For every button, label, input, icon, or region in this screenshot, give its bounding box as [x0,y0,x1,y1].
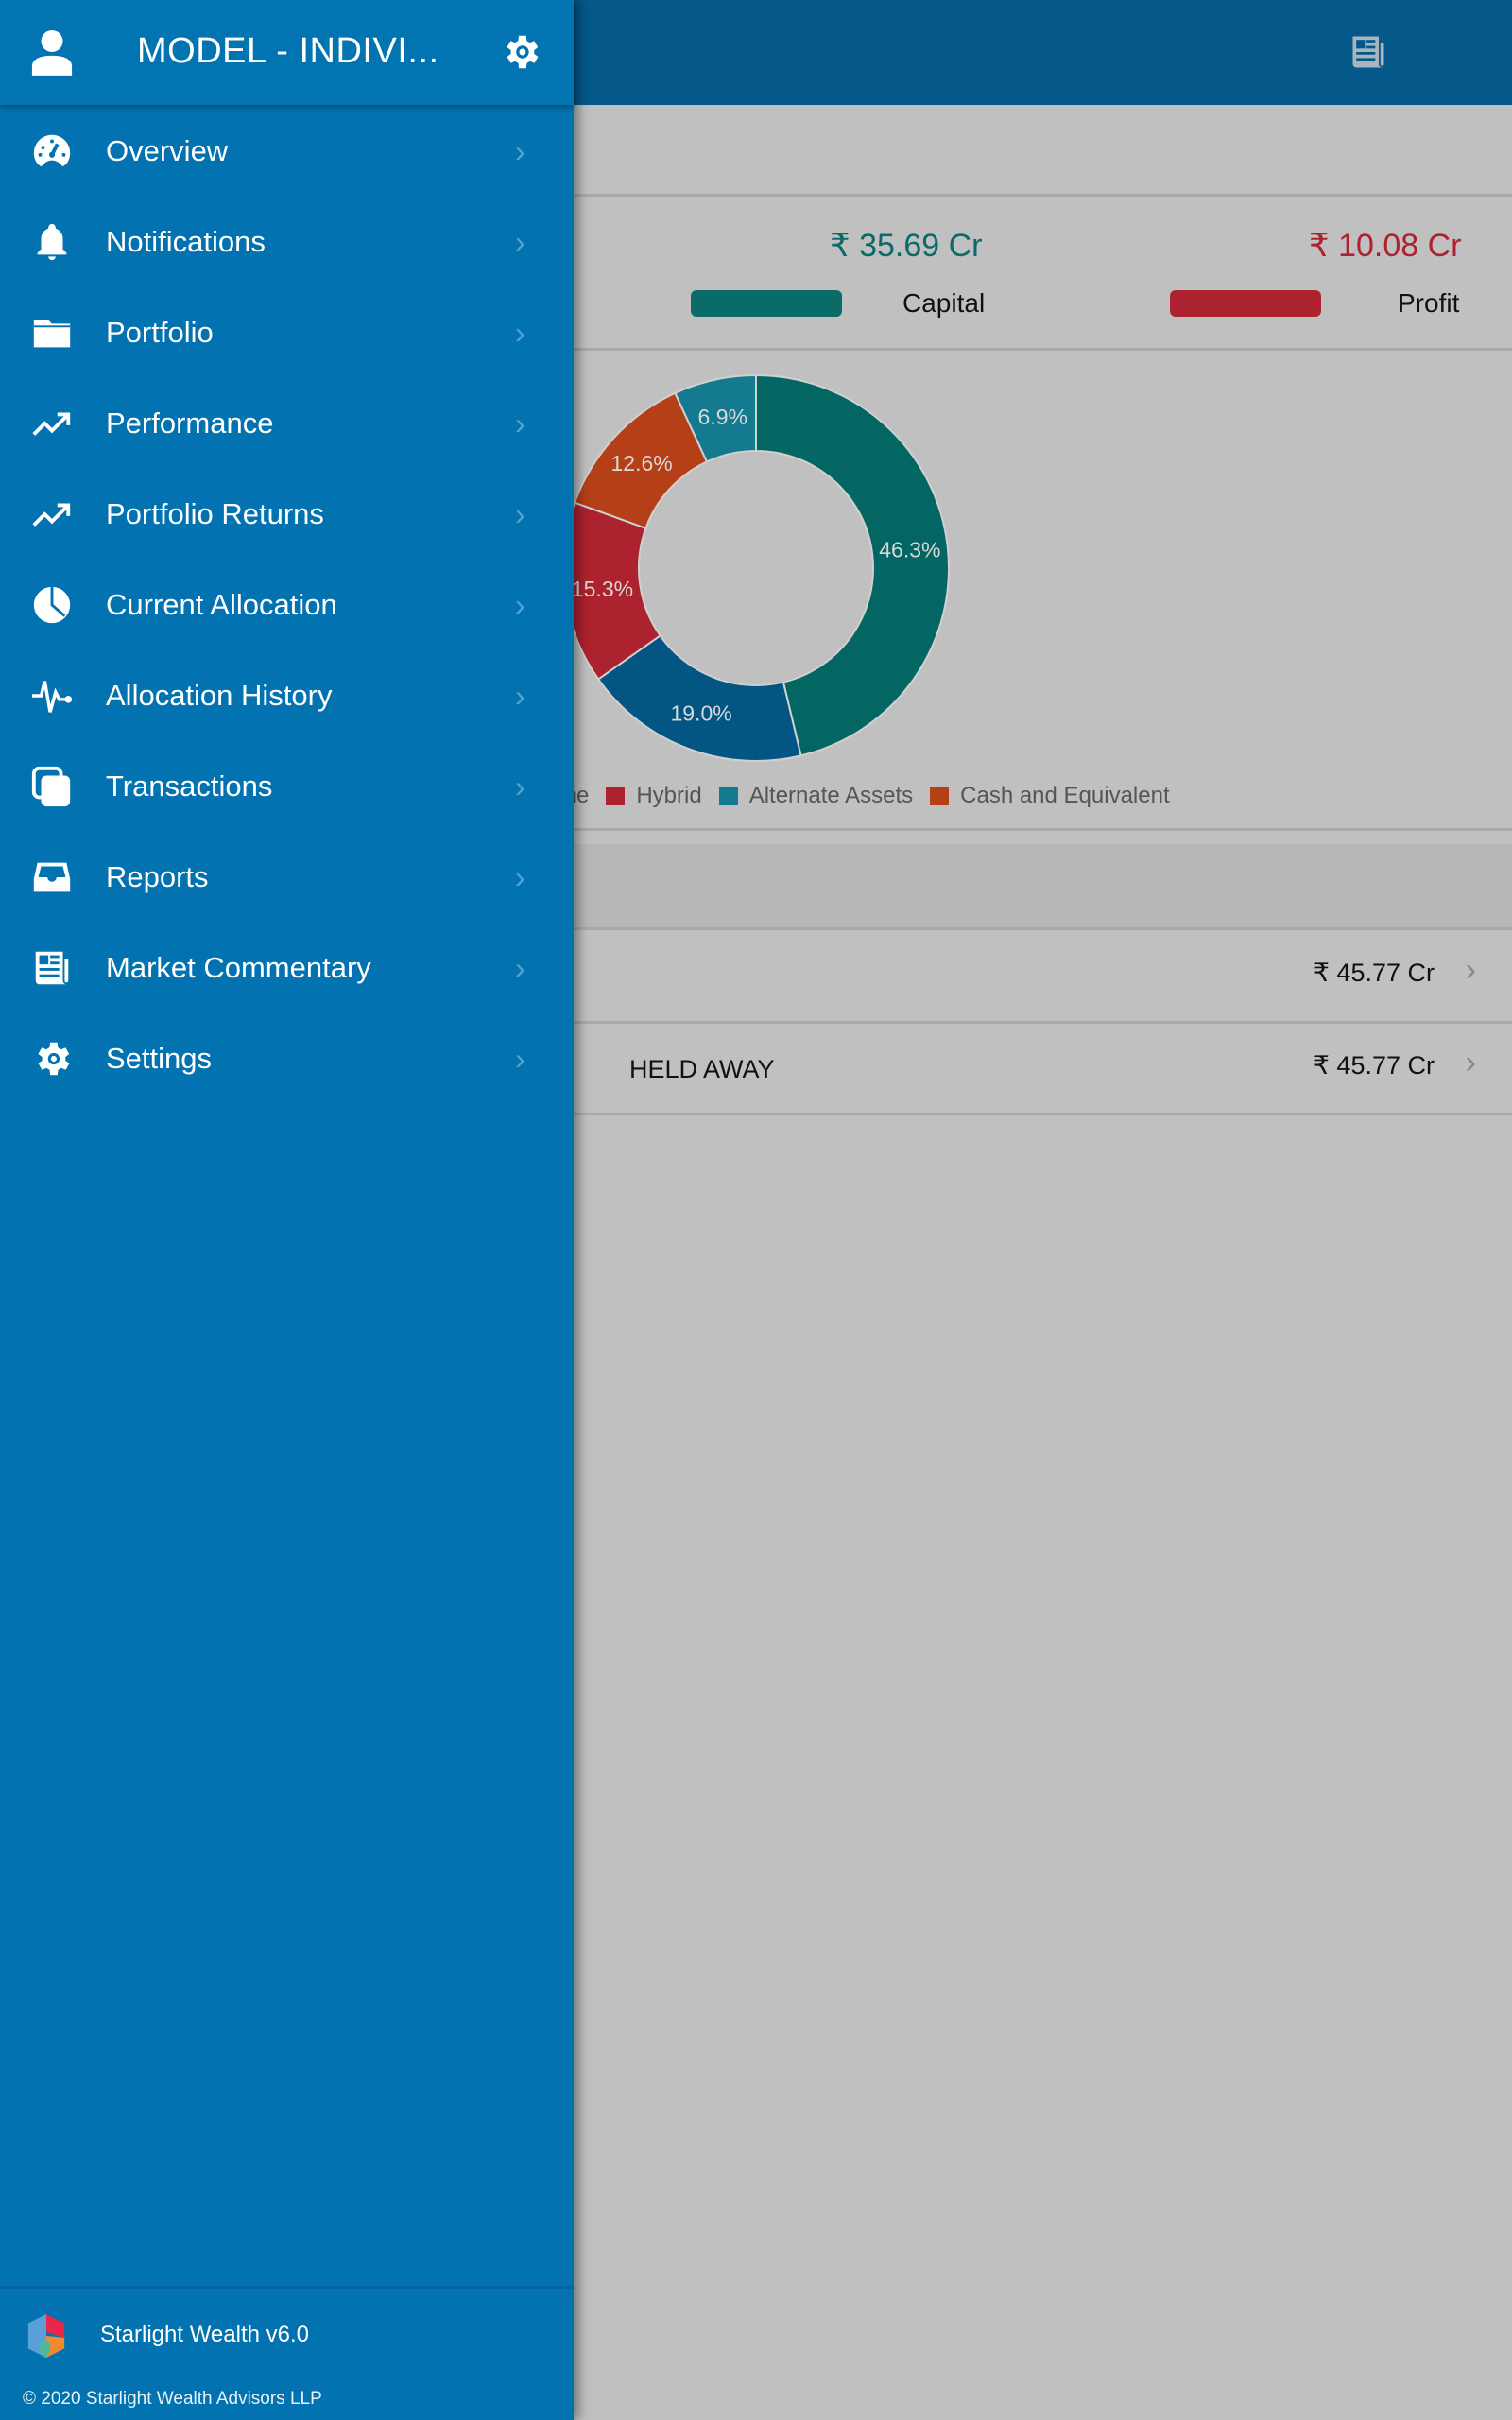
menu-item-label: Portfolio Returns [106,497,324,530]
chevron-right-icon: › [1465,952,1476,988]
legend-label: Alternate Assets [748,783,914,808]
legend-swatch [930,786,950,805]
menu-item-notifications[interactable]: Notifications › [0,197,574,287]
menu-item-label: Reports [106,860,209,893]
divider [567,1113,1512,1115]
menu-item-transactions[interactable]: Transactions › [0,741,574,832]
slice-label: 46.3% [879,538,940,562]
legend-label: Hybrid [636,783,702,808]
gear-icon [30,1037,74,1080]
menu-item-settings[interactable]: Settings › [0,1013,574,1104]
row-label: HELD AWAY [629,1055,775,1083]
menu-item-market-commentary[interactable]: Market Commentary › [0,923,574,1013]
app-version: Starlight Wealth v6.0 [100,2322,310,2347]
section-header [567,844,1512,927]
menu-item-label: Portfolio [106,316,214,349]
starlight-logo [27,2314,65,2358]
copy-icon [30,765,74,808]
newspaper-icon[interactable] [1348,30,1389,74]
slice-label: 12.6% [611,451,673,475]
chevron-right-icon: › [515,950,525,985]
legend-swatch [718,786,738,805]
drawer-header: MODEL - INDIVI... [0,0,574,105]
chevron-right-icon: › [515,406,525,441]
legend-swatch [606,786,626,805]
menu-item-portfolio-returns[interactable]: Portfolio Returns › [0,469,574,560]
row-value: ₹ 45.77 Cr [1313,959,1435,987]
menu-item-current-allocation[interactable]: Current Allocation › [0,560,574,650]
chevron-right-icon: › [515,133,525,168]
slice-label: 15.3% [572,577,633,601]
divider [567,828,1512,831]
speedometer-icon [30,130,74,173]
legend-label: Cash and Equivalent [960,783,1170,808]
legend-item[interactable]: Hybrid [589,783,702,809]
pie-chart-icon [30,583,74,627]
chevron-right-icon: › [515,224,525,259]
inbox-icon [30,856,74,899]
account-title[interactable]: MODEL - INDIVI... [137,31,439,72]
menu-item-label: Overview [106,134,229,167]
menu-item-overview[interactable]: Overview › [0,106,574,197]
menu-item-label: Settings [106,1042,213,1075]
chevron-right-icon: › [515,496,525,531]
menu-item-label: Notifications [106,225,266,258]
capital-value: ₹ 35.69 Cr [830,228,983,264]
profit-value: ₹ 10.08 Cr [1309,228,1462,264]
chevron-right-icon: › [515,587,525,622]
chevron-right-icon: › [515,1041,525,1076]
chevron-right-icon: › [515,678,525,713]
menu-item-label: Current Allocation [106,588,337,621]
profit-swatch [1170,290,1321,317]
divider [567,927,1512,930]
slice-label: 6.9% [698,405,747,429]
slice-label: 19.0% [670,700,731,725]
user-icon[interactable] [30,28,74,76]
navigation-drawer: MODEL - INDIVI... Overview › Notificatio… [0,0,574,2420]
profit-label: Profit [1398,288,1460,318]
chevron-right-icon: › [515,315,525,350]
divider [567,194,1512,197]
menu-item-allocation-history[interactable]: Allocation History › [0,650,574,741]
menu-item-label: Allocation History [106,679,333,712]
menu-item-label: Transactions [106,769,273,803]
chevron-right-icon: › [515,859,525,894]
menu-item-label: Market Commentary [106,951,371,984]
gear-icon[interactable] [499,30,542,74]
footer-divider [0,2286,574,2289]
row-value: ₹ 45.77 Cr [1313,1051,1435,1080]
menu-item-reports[interactable]: Reports › [0,832,574,923]
menu-item-portfolio[interactable]: Portfolio › [0,287,574,378]
folder-icon [30,311,74,354]
chevron-right-icon: › [1465,1045,1476,1080]
menu-item-performance[interactable]: Performance › [0,378,574,469]
divider [567,1021,1512,1024]
menu-item-label: Performance [106,406,274,440]
chevron-right-icon: › [515,769,525,804]
capital-label: Capital [902,288,986,318]
capital-swatch [691,290,842,317]
pulse-icon [30,674,74,717]
copyright: © 2020 Starlight Wealth Advisors LLP [23,2389,322,2409]
divider [567,348,1512,351]
legend-item[interactable]: Alternate Assets [702,783,913,809]
trending-up-icon [30,493,74,536]
newspaper-icon [30,946,74,990]
legend-item[interactable]: Cash and Equivalent [913,783,1170,809]
bell-icon [30,220,74,264]
chart-legend: meHybridAlternate AssetsCash and Equival… [558,783,1170,809]
trending-up-icon [30,402,74,445]
